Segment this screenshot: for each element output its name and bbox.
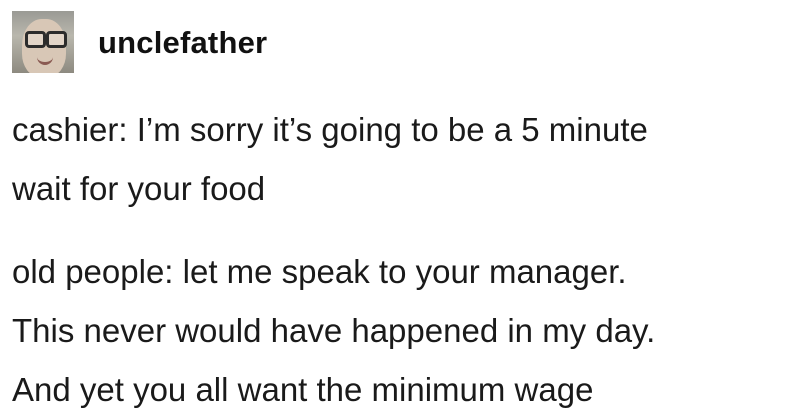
glasses-right-icon <box>46 31 67 48</box>
glasses-left-icon <box>25 31 46 48</box>
post-paragraph-2: old people: let me speak to your manager… <box>12 242 792 419</box>
avatar[interactable] <box>12 11 74 73</box>
post-body: cashier: I’m sorry it’s going to be a 5 … <box>12 100 792 419</box>
post-paragraph-1: cashier: I’m sorry it’s going to be a 5 … <box>12 100 792 218</box>
post-line: wait for your food <box>12 170 266 207</box>
post-header: unclefather <box>12 10 267 74</box>
post-line: cashier: I’m sorry it’s going to be a 5 … <box>12 111 648 148</box>
post-line: old people: let me speak to your manager… <box>12 253 627 290</box>
post-line: This never would have happened in my day… <box>12 312 656 349</box>
post-line: And yet you all want the minimum wage <box>12 371 594 408</box>
username-link[interactable]: unclefather <box>98 27 267 58</box>
post-card: unclefather cashier: I’m sorry it’s goin… <box>0 0 800 420</box>
